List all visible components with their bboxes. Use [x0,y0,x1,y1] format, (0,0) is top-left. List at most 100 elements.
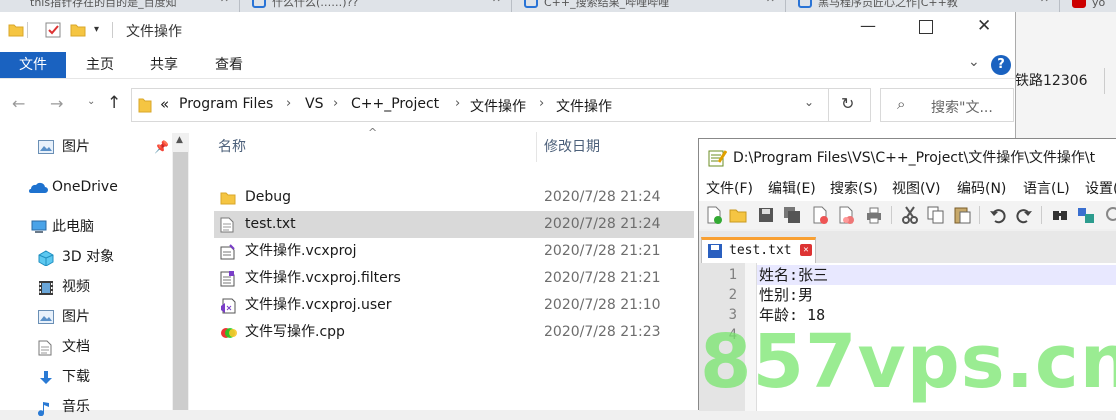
help-icon[interactable]: ? [991,55,1011,75]
favicon-icon [252,0,266,8]
chevron-right-icon[interactable]: › [333,96,338,111]
nav-item-3d-objects[interactable]: 3D 对象 [0,244,170,270]
file-row-vcxproj[interactable]: 文件操作.vcxproj 2020/7/28 21:21 [214,238,694,265]
tab-file[interactable]: 文件 [0,52,66,78]
browser-tab-label: 黑马程序员匠心之作|C++教 [818,0,958,9]
breadcrumb-item[interactable]: 文件操作 [470,96,526,116]
chevron-right-icon[interactable]: › [455,96,460,111]
up-icon[interactable]: ↑ [107,93,121,113]
file-name: 文件操作.vcxproj.filters [245,270,401,286]
breadcrumb-item[interactable]: Program Files [179,96,273,112]
notepad-file-tab[interactable]: test.txt ✕ [701,237,816,263]
pin-icon[interactable]: 📌 [154,134,169,160]
nav-item-documents[interactable]: 文档 [0,334,170,360]
folder-icon [138,97,152,113]
code-line[interactable]: 姓名:张三 [759,265,828,285]
menu-language[interactable]: 语言(L) [1023,177,1070,201]
close-icon[interactable]: ✕ [977,16,991,36]
menu-search[interactable]: 搜索(S) [830,177,878,201]
breadcrumb-item[interactable]: 文件操作 [556,96,612,116]
menu-view[interactable]: 视图(V) [892,177,941,201]
file-row-vcxproj-filters[interactable]: 文件操作.vcxproj.filters 2020/7/28 21:21 [214,265,694,292]
copy-icon[interactable] [927,206,945,224]
notepad-tab-label: test.txt [729,243,792,258]
find-icon[interactable] [1051,206,1069,224]
nav-item-label: 3D 对象 [62,249,115,265]
expand-ribbon-icon[interactable]: ⌄ [968,54,980,70]
maximize-icon[interactable] [919,20,933,34]
properties-icon[interactable] [45,22,61,38]
address-bar[interactable]: « Program Files › VS › C++_Project › 文件操… [131,88,871,122]
file-row-cpp[interactable]: 文件写操作.cpp 2020/7/28 21:23 [214,319,694,346]
file-name: test.txt [245,216,296,232]
bookmark-label[interactable]: 铁路12306 [1015,68,1088,94]
browser-tab[interactable]: 什么什么(……)?? ✕ [242,0,512,12]
open-file-icon[interactable] [729,206,747,224]
search-box[interactable]: ⌕ 搜索"文... [880,88,1014,122]
recent-locations-icon[interactable]: ⌄ [87,96,95,107]
breadcrumb-item[interactable]: C++_Project [351,96,439,112]
tab-home[interactable]: 主页 [70,52,130,78]
paste-icon[interactable] [953,206,971,224]
browser-tab[interactable]: this指针存在的目的是_百度知 ✕ [0,0,240,12]
close-tab-icon[interactable]: ✕ [800,244,812,256]
column-header-name[interactable]: 名称 [218,132,246,162]
file-row-vcxproj-user[interactable]: 文件操作.vcxproj.user 2020/7/28 21:10 [214,292,694,319]
print-icon[interactable] [865,206,883,224]
chevron-right-icon[interactable]: › [286,96,291,111]
music-icon [38,400,54,416]
column-header-date[interactable]: 修改日期 [544,132,600,162]
browser-tab[interactable]: C++_搜索结果_哔哩哔哩 ✕ [514,0,786,12]
close-file-icon[interactable] [811,206,829,224]
forward-icon[interactable]: → [50,94,63,113]
tab-view[interactable]: 查看 [198,52,260,78]
save-all-icon[interactable] [783,206,801,224]
breadcrumb-item[interactable]: VS [305,96,323,112]
close-icon[interactable]: ✕ [220,0,229,4]
new-folder-icon[interactable] [70,22,86,38]
nav-item-pictures[interactable]: 图片 [0,304,170,330]
browser-tab-label: yo [1092,0,1106,9]
close-icon[interactable]: ✕ [1040,0,1049,4]
menu-edit[interactable]: 编辑(E) [768,177,816,201]
nav-item-music[interactable]: 音乐 [0,394,170,420]
close-all-icon[interactable] [837,206,855,224]
file-row-debug[interactable]: Debug 2020/7/28 21:24 [214,184,694,211]
chevron-right-icon[interactable]: › [539,96,544,111]
refresh-icon[interactable]: ↻ [841,94,854,113]
nav-item-videos[interactable]: 视频 [0,274,170,300]
tab-share[interactable]: 共享 [134,52,194,78]
undo-icon[interactable] [989,206,1007,224]
nav-item-label: 图片 [62,139,90,155]
save-icon[interactable] [757,206,775,224]
close-icon[interactable]: ✕ [492,0,501,4]
scroll-up-icon[interactable]: ▲ [176,135,183,145]
nav-item-label: 文档 [62,339,90,355]
zoom-in-icon[interactable] [1105,206,1116,224]
line-number: 1 [728,267,737,283]
minimize-icon[interactable]: — [860,16,876,35]
address-overflow[interactable]: « [160,95,169,113]
menu-file[interactable]: 文件(F) [706,177,753,201]
nav-scrollbar-thumb[interactable] [173,152,188,410]
chevron-down-icon[interactable]: ⌄ [804,95,814,109]
nav-item-onedrive[interactable]: OneDrive [0,174,170,200]
nav-item-pictures-pinned[interactable]: 图片 📌 [0,134,170,160]
bookmark-divider [1104,68,1116,94]
customize-quick-access-icon[interactable]: ▾ [94,24,99,35]
redo-icon[interactable] [1015,206,1033,224]
back-icon[interactable]: ← [12,94,25,113]
browser-tab[interactable]: 黑马程序员匠心之作|C++教 ✕ [788,0,1060,12]
file-row-test-txt[interactable]: test.txt 2020/7/28 21:24 [214,211,694,238]
code-line[interactable]: 性别:男 [759,285,813,305]
menu-settings[interactable]: 设置( [1085,177,1116,201]
nav-item-downloads[interactable]: 下载 [0,364,170,390]
replace-icon[interactable] [1077,206,1095,224]
column-divider[interactable] [536,132,537,162]
new-file-icon[interactable] [705,206,723,224]
close-icon[interactable]: ✕ [766,0,775,4]
browser-tab[interactable]: yo [1062,0,1116,12]
nav-item-this-pc[interactable]: 此电脑 [0,214,170,240]
menu-encoding[interactable]: 编码(N) [957,177,1006,201]
cut-icon[interactable] [901,206,919,224]
